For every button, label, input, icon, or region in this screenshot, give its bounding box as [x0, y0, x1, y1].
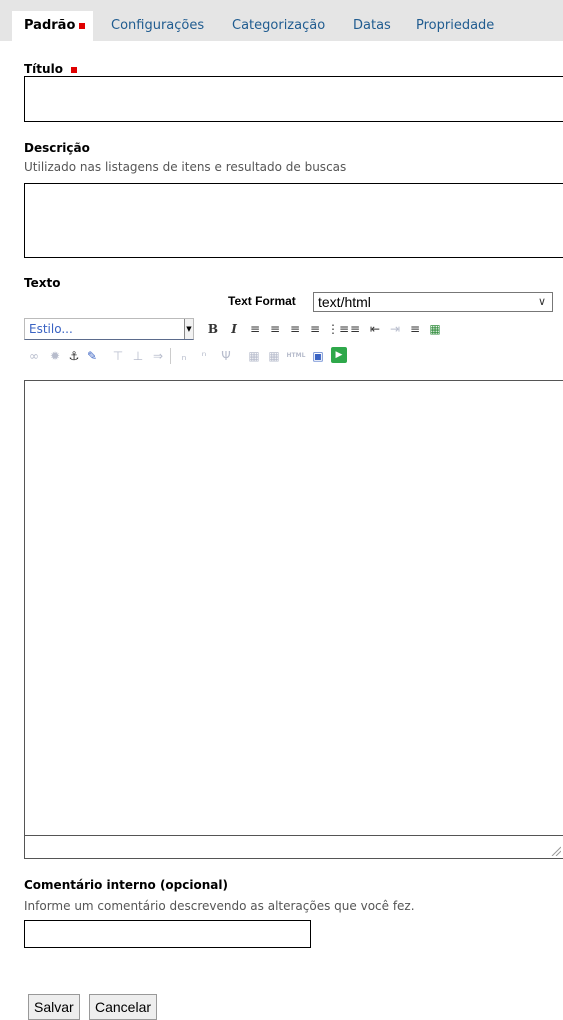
- tab-padrao[interactable]: Padrão: [12, 11, 94, 41]
- unlink-icon[interactable]: ✹: [47, 348, 63, 364]
- indent-icon[interactable]: ⇥: [387, 321, 403, 337]
- text-format-select[interactable]: text/html ∨: [313, 292, 553, 312]
- description-label: Descrição: [24, 141, 90, 155]
- edit-icon[interactable]: ✎: [84, 348, 100, 364]
- title-label-text: Título: [24, 62, 63, 76]
- align-center-icon[interactable]: ≡: [267, 321, 283, 337]
- tab-datas[interactable]: Datas: [353, 11, 391, 41]
- bullet-list-icon[interactable]: ⋮≡: [327, 321, 349, 337]
- comment-label: Comentário interno (opcional): [24, 878, 228, 892]
- comment-help: Informe um comentário descrevendo as alt…: [24, 899, 415, 913]
- insert-image-icon[interactable]: ▦: [427, 321, 443, 337]
- anchor-icon[interactable]: ⚓: [66, 348, 82, 364]
- comment-input[interactable]: [24, 920, 311, 948]
- align-justify-icon[interactable]: ≡: [307, 321, 323, 337]
- cancel-button[interactable]: Cancelar: [89, 994, 158, 1020]
- tab-propriedade[interactable]: Propriedade: [416, 11, 494, 41]
- required-marker: [70, 66, 77, 73]
- title-input[interactable]: [24, 76, 563, 122]
- move-right-icon[interactable]: ⇒: [150, 348, 166, 364]
- text-format-label: Text Format: [228, 294, 296, 308]
- rich-text-editor[interactable]: [24, 380, 563, 836]
- tab-bar: Padrão Configurações Categorização Datas…: [0, 0, 563, 41]
- bold-icon[interactable]: B: [205, 321, 221, 337]
- superscript-icon[interactable]: ⁿ: [196, 348, 212, 364]
- tab-configuracoes[interactable]: Configurações: [111, 11, 204, 41]
- chevron-down-icon: ∨: [537, 296, 546, 308]
- title-field-label: Título: [24, 62, 77, 76]
- insert-row-icon[interactable]: ⊤: [110, 348, 126, 364]
- subscript-icon[interactable]: ₙ: [176, 348, 192, 364]
- numbered-list-icon[interactable]: ≡: [347, 321, 363, 337]
- text-format-value: text/html: [318, 294, 371, 310]
- tab-categorizacao[interactable]: Categorização: [232, 11, 325, 41]
- description-textarea[interactable]: [24, 183, 563, 258]
- fullscreen-icon[interactable]: ▣: [310, 348, 326, 364]
- play-icon[interactable]: ▶: [331, 347, 347, 363]
- table-properties-icon[interactable]: ▦: [266, 348, 282, 364]
- save-button[interactable]: Salvar: [28, 994, 80, 1020]
- insert-column-icon[interactable]: ⊥: [130, 348, 146, 364]
- toolbar-separator: [170, 348, 171, 364]
- blockquote-icon[interactable]: ≡: [407, 321, 423, 337]
- align-left-icon[interactable]: ≡: [247, 321, 263, 337]
- style-combo[interactable]: Estilo... ▼: [24, 318, 194, 340]
- outdent-icon[interactable]: ⇤: [367, 321, 383, 337]
- dropdown-arrow-icon: ▼: [184, 319, 193, 339]
- style-combo-label: Estilo...: [29, 322, 73, 336]
- tab-padrao-label: Padrão: [24, 18, 76, 33]
- align-right-icon[interactable]: ≡: [287, 321, 303, 337]
- italic-icon[interactable]: I: [226, 321, 242, 337]
- html-source-icon[interactable]: HTML: [285, 348, 307, 364]
- table-icon[interactable]: ▦: [246, 348, 262, 364]
- resize-handle-icon[interactable]: [551, 846, 561, 856]
- link-icon[interactable]: ∞: [26, 348, 42, 364]
- special-char-icon[interactable]: Ψ: [218, 348, 234, 364]
- description-help: Utilizado nas listagens de itens e resul…: [24, 160, 347, 174]
- required-marker: [79, 22, 86, 29]
- text-label: Texto: [24, 276, 61, 290]
- editor-status-bar: [24, 836, 563, 859]
